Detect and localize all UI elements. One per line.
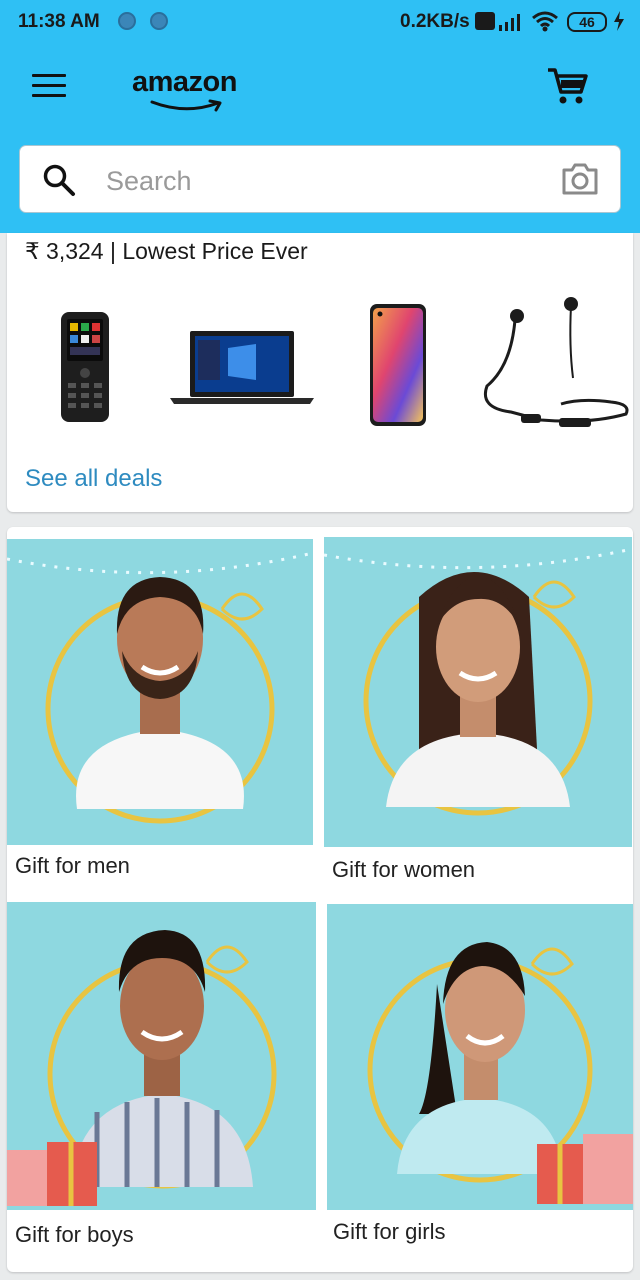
see-all-deals-link[interactable]: See all deals	[25, 465, 162, 493]
gift-girls-image	[327, 904, 633, 1210]
laptop-image[interactable]	[170, 330, 314, 406]
gift-women-image	[324, 537, 632, 847]
gift-label: Gift for boys	[15, 1222, 134, 1247]
network-speed: 0.2KB/s	[400, 11, 470, 32]
amazon-logo[interactable]: amazon	[132, 66, 244, 112]
gift-label: Gift for women	[332, 857, 476, 882]
gift-ideas-card: Gift for men Gift for women Gift for boy…	[7, 527, 633, 1272]
gift-women-illustration	[324, 537, 632, 847]
gift-men-image	[7, 539, 313, 845]
search-bar[interactable]	[19, 145, 621, 213]
battery-icon: 46	[567, 12, 607, 32]
gift-label: Gift for men	[15, 853, 130, 878]
logo-text: amazon	[132, 66, 237, 98]
app-header: amazon	[0, 44, 640, 233]
status-bar: 11:38 AM 0.2KB/s 46	[0, 0, 640, 44]
search-icon[interactable]	[42, 163, 76, 197]
gift-girls-illustration	[327, 904, 633, 1210]
feature-phone-image[interactable]	[60, 311, 110, 423]
gift-men-illustration	[7, 539, 313, 845]
signal-icon	[499, 14, 520, 31]
charging-icon	[614, 11, 624, 31]
status-time: 11:38 AM	[18, 11, 100, 32]
gift-boys-image	[7, 902, 316, 1210]
gift-tile-boys[interactable]: Gift for boys	[7, 902, 317, 1252]
hamburger-menu-icon[interactable]	[32, 74, 66, 98]
smartphone-image[interactable]	[369, 303, 427, 427]
gift-label: Gift for girls	[333, 1219, 446, 1244]
deal-price-text: ₹ 3,324 | Lowest Price Ever	[25, 238, 308, 264]
notification-dot-icon	[150, 12, 168, 30]
gift-tile-girls[interactable]: Gift for girls	[327, 904, 633, 1254]
neckband-earphones-image[interactable]	[481, 296, 631, 436]
search-input[interactable]	[104, 160, 538, 202]
volte-icon	[475, 12, 495, 30]
wifi-icon	[532, 11, 558, 32]
deals-card: ₹ 3,324 | Lowest Price Ever See all deal…	[7, 233, 633, 512]
notification-dot-icon	[118, 12, 136, 30]
gift-tile-women[interactable]: Gift for women	[324, 537, 633, 887]
camera-icon[interactable]	[560, 160, 600, 198]
smile-arrow-icon	[150, 99, 222, 112]
cart-icon[interactable]	[546, 66, 588, 106]
gift-boys-illustration	[7, 902, 316, 1210]
gift-tile-men[interactable]: Gift for men	[7, 539, 313, 887]
